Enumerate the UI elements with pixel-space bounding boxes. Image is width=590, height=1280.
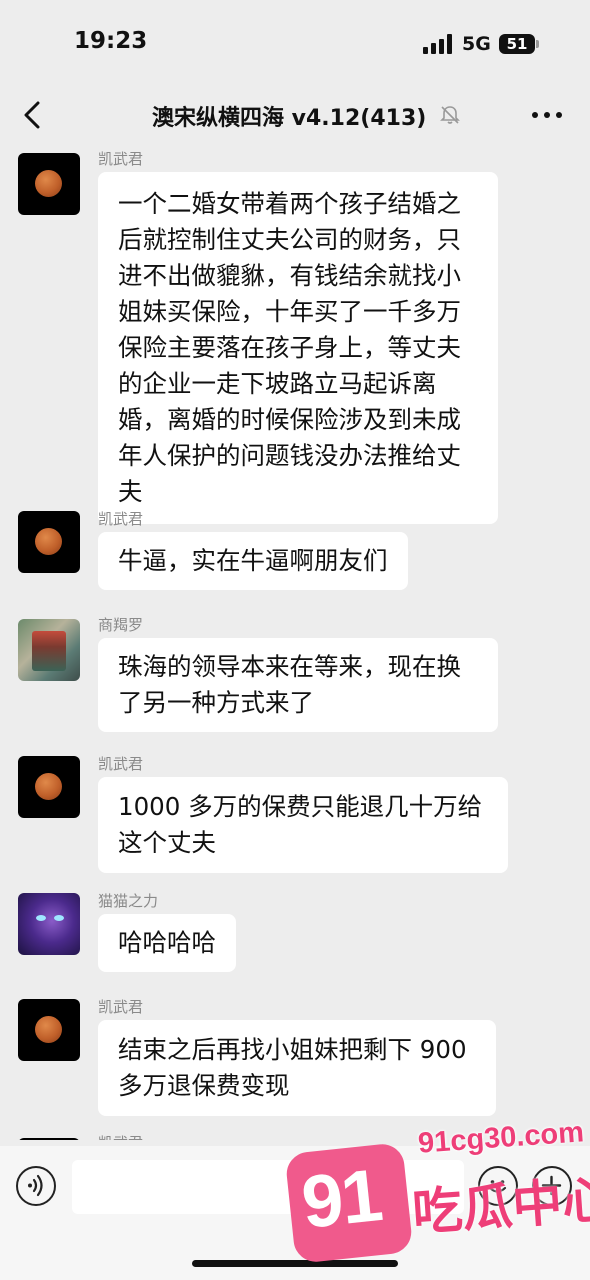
battery-level: 51 [499, 34, 535, 54]
message-line: 婚，离婚的时候保险涉及到未成 [118, 405, 461, 434]
message-line: 牛逼，实在牛逼啊朋友们 [118, 546, 388, 575]
city-avatar[interactable] [18, 619, 80, 681]
moon-avatar[interactable] [18, 153, 80, 215]
network-label: 5G [462, 33, 491, 55]
signal-icon [423, 34, 452, 54]
message-bubble[interactable]: 牛逼，实在牛逼啊朋友们 [98, 532, 408, 590]
moon-avatar[interactable] [18, 511, 80, 573]
message-line: 夫 [118, 477, 143, 506]
message-line: 姐妹买保险，十年买了一千多万 [118, 297, 461, 326]
message-line: 一个二婚女带着两个孩子结婚之 [118, 189, 461, 218]
message-bubble[interactable]: 结束之后再找小姐妹把剩下 900 多万退保费变现 [98, 1020, 496, 1116]
message-line: 珠海的领导本来在等来，现在换 [118, 652, 461, 681]
message-line: 多万退保费变现 [118, 1071, 290, 1100]
status-bar: 19:23 5G 51 [0, 0, 590, 88]
moon-avatar[interactable] [18, 756, 80, 818]
message-line: 哈哈哈哈 [118, 928, 216, 957]
moon-avatar[interactable] [18, 999, 80, 1061]
message-line: 1000 多万的保费只能退几十万给 [118, 792, 483, 821]
cat-avatar[interactable] [18, 893, 80, 955]
status-time: 19:23 [74, 28, 148, 54]
sender-name: 商羯罗 [98, 616, 144, 634]
chat-message-list[interactable]: 凯武君 一个二婚女带着两个孩子结婚之 后就控制住丈夫公司的财务，只 进不出做貔貅… [0, 146, 590, 1140]
sender-name: 猫猫之力 [98, 892, 159, 910]
message-bubble[interactable]: 珠海的领导本来在等来，现在换 了另一种方式来了 [98, 638, 498, 732]
plus-button[interactable] [532, 1166, 572, 1206]
message-bubble[interactable]: 哈哈哈哈 [98, 914, 236, 972]
emoji-icon [488, 1180, 507, 1193]
message-line: 年人保护的问题钱没办法推给丈 [118, 441, 461, 470]
message-bubble[interactable]: 1000 多万的保费只能退几十万给 这个丈夫 [98, 777, 508, 873]
moon-avatar[interactable] [18, 1138, 80, 1140]
group-title: 澳宋纵横四海 v4.12(413) [152, 106, 427, 131]
message-line: 的企业一走下坡路立马起诉离 [118, 369, 437, 398]
message-line: 这个丈夫 [118, 828, 216, 857]
message-line: 后就控制住丈夫公司的财务，只 [118, 225, 461, 254]
sender-name: 凯武君 [98, 755, 144, 773]
message-line: 保险主要落在孩子身上，等丈夫 [118, 333, 461, 362]
battery-icon: 51 [499, 34, 539, 54]
sender-name: 凯武君 [98, 998, 144, 1016]
mute-bell-icon [440, 106, 460, 124]
input-bar [0, 1146, 590, 1280]
voice-icon [28, 1174, 43, 1197]
plus-icon [541, 1175, 562, 1196]
chat-header: 澳宋纵横四海 v4.12(413) [0, 88, 590, 146]
message-line: 进不出做貔貅，有钱结余就找小 [118, 261, 461, 290]
emoji-button[interactable] [478, 1166, 518, 1206]
home-indicator [192, 1260, 398, 1267]
sender-name: 凯武君 [98, 150, 144, 168]
voice-button[interactable] [16, 1166, 56, 1206]
message-bubble[interactable]: 一个二婚女带着两个孩子结婚之 后就控制住丈夫公司的财务，只 进不出做貔貅，有钱结… [98, 172, 498, 524]
back-icon[interactable] [20, 100, 46, 130]
message-line: 结束之后再找小姐妹把剩下 900 [118, 1035, 467, 1064]
sender-name: 凯武君 [98, 510, 144, 528]
more-icon[interactable] [530, 102, 564, 128]
sender-name: 凯武君 [98, 1132, 143, 1140]
message-input[interactable] [72, 1160, 464, 1214]
message-line: 了另一种方式来了 [118, 688, 314, 717]
